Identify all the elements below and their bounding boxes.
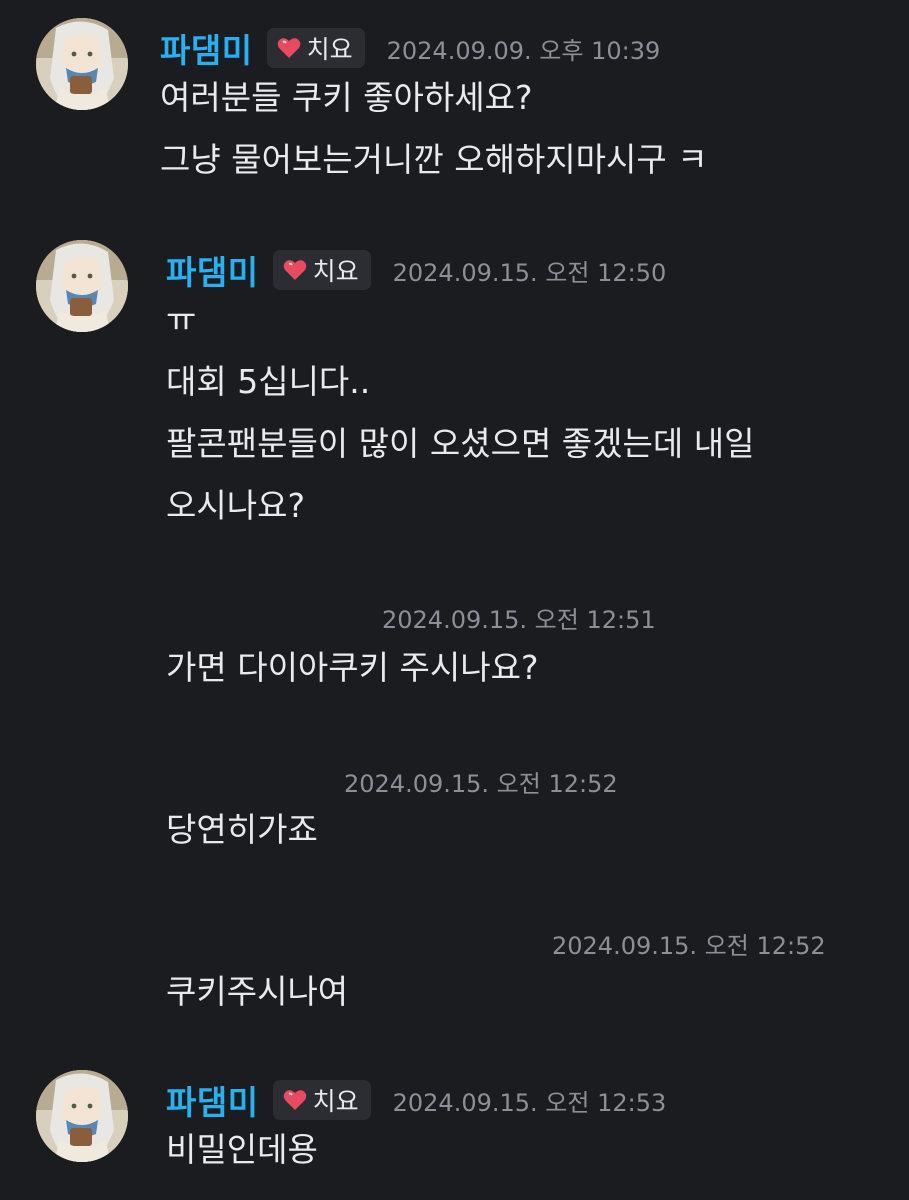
message-timestamp: 2024.09.15. 오전 12:51 — [382, 606, 656, 634]
message-text: 오시나요? — [166, 486, 305, 525]
message-text: 여러분들 쿠키 좋아하세요? — [160, 78, 533, 117]
message-text: 쿠키주시나여 — [166, 972, 349, 1011]
user-avatar[interactable] — [36, 18, 128, 110]
message-text: 그냥 물어보는거니깐 오해하지마시구 ㅋ — [160, 140, 708, 179]
user-avatar[interactable] — [36, 240, 128, 332]
user-badge: 치요 — [272, 250, 371, 290]
message-timestamp: 2024.09.15. 오전 12:52 — [344, 770, 618, 798]
user-badge: 치요 — [266, 28, 365, 68]
message-header: 파댐미 치요 2024.09.15. 오전 12:50 — [166, 246, 666, 294]
username[interactable]: 파댐미 — [166, 1076, 259, 1124]
user-avatar[interactable] — [36, 1070, 128, 1162]
message-timestamp: 2024.09.15. 오전 12:53 — [392, 1088, 667, 1117]
message-timestamp: 2024.09.15. 오전 12:50 — [392, 258, 667, 287]
message-text: 가면 다이아쿠키 주시나요? — [166, 648, 539, 687]
badge-label: 치요 — [312, 1087, 359, 1116]
pixel-heart-icon — [277, 37, 301, 59]
username[interactable]: 파댐미 — [160, 24, 253, 72]
user-badge: 치요 — [272, 1080, 371, 1120]
message-header: 파댐미 치요 2024.09.15. 오전 12:53 — [166, 1076, 666, 1124]
message-text: 대회 5십니다.. — [166, 362, 371, 401]
message-text: 비밀인데용 — [166, 1130, 318, 1169]
badge-label: 치요 — [312, 257, 359, 286]
message-text: ㅠ — [166, 300, 197, 339]
message-header: 파댐미 치요 2024.09.09. 오후 10:39 — [160, 24, 660, 72]
pixel-heart-icon — [283, 259, 307, 281]
pixel-heart-icon — [283, 1089, 307, 1111]
message-timestamp: 2024.09.15. 오전 12:52 — [552, 932, 826, 960]
message-text: 당연히가죠 — [166, 810, 318, 849]
message-text: 팔콘팬분들이 많이 오셨으면 좋겠는데 내일 — [166, 424, 755, 463]
badge-label: 치요 — [306, 35, 353, 64]
username[interactable]: 파댐미 — [166, 246, 259, 294]
message-timestamp: 2024.09.09. 오후 10:39 — [386, 36, 661, 65]
